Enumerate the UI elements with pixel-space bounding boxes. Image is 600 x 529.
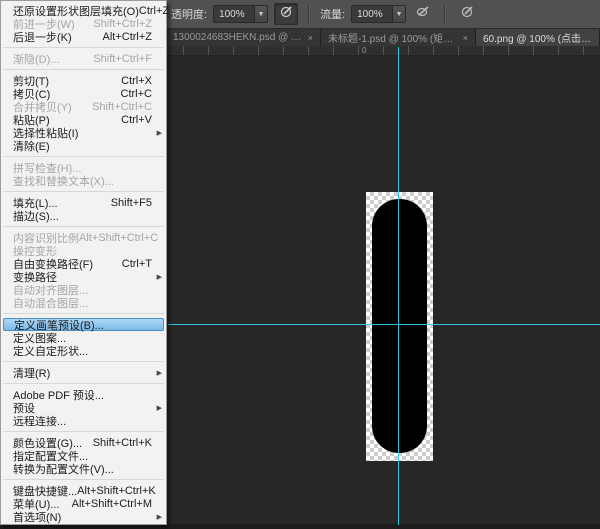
menu-item-label: 远程连接... bbox=[13, 413, 66, 429]
flow-value: 100% bbox=[352, 6, 392, 22]
airbrush-button[interactable] bbox=[412, 4, 434, 24]
menu-separator bbox=[3, 479, 164, 480]
menu-item[interactable]: 远程连接... bbox=[1, 414, 166, 427]
menu-item-label: 首选项(N) bbox=[13, 509, 61, 525]
menu-separator bbox=[3, 431, 164, 432]
opacity-dropdown[interactable]: 100% ▼ bbox=[213, 5, 268, 23]
submenu-arrow-icon: ▶ bbox=[157, 369, 162, 377]
submenu-arrow-icon: ▶ bbox=[157, 404, 162, 412]
menu-separator bbox=[3, 156, 164, 157]
tab-close-icon[interactable]: × bbox=[463, 33, 468, 43]
menu-item: 自动混合图层... bbox=[1, 296, 166, 309]
menu-item-shortcut: Ctrl+V bbox=[121, 114, 160, 126]
menu-item[interactable]: 清理(R) ▶ bbox=[1, 366, 166, 379]
rounded-rectangle-shape bbox=[372, 199, 427, 453]
ruler-origin-label: 0 bbox=[362, 46, 366, 55]
menu-item[interactable]: 清除(E) bbox=[1, 139, 166, 152]
pen-pressure-icon bbox=[460, 4, 475, 24]
submenu-arrow-icon: ▶ bbox=[157, 513, 162, 521]
document-tab[interactable]: 60.png @ 100% (点击这个，将 选区转 bbox=[476, 29, 600, 46]
menu-item-shortcut: Shift+Ctrl+C bbox=[92, 101, 160, 113]
menu-item-shortcut: Alt+Shift+Ctrl+M bbox=[72, 498, 160, 510]
chevron-down-icon[interactable]: ▼ bbox=[254, 6, 267, 22]
menu-item-label: 转换为配置文件(V)... bbox=[13, 461, 114, 477]
document-tab[interactable]: 1300024683HEKN.psd @ 3... × bbox=[166, 29, 321, 46]
menu-item[interactable]: 首选项(N) ▶ bbox=[1, 510, 166, 523]
menu-item-label: 查找和替换文本(X)... bbox=[13, 173, 114, 189]
menu-separator bbox=[3, 69, 164, 70]
menu-item-label: 描边(S)... bbox=[13, 208, 59, 224]
menu-separator bbox=[3, 226, 164, 227]
menu-item[interactable]: 转换为配置文件(V)... bbox=[1, 462, 166, 475]
canvas-document[interactable] bbox=[366, 192, 433, 461]
menu-item-shortcut: Shift+F5 bbox=[111, 197, 160, 209]
menu-item[interactable]: 后退一步(K) Alt+Ctrl+Z bbox=[1, 30, 166, 43]
vertical-guide[interactable] bbox=[398, 47, 399, 525]
menu-item-shortcut: Ctrl+C bbox=[121, 88, 160, 100]
menu-item-shortcut: Shift+Ctrl+F bbox=[93, 53, 160, 65]
menu-item-shortcut: Ctrl+Z bbox=[139, 5, 177, 17]
submenu-arrow-icon: ▶ bbox=[157, 273, 162, 281]
toolbar-divider bbox=[444, 4, 446, 24]
menu-item-label: 清除(E) bbox=[13, 138, 50, 154]
menu-separator bbox=[3, 313, 164, 314]
menu-item-label: 定义自定形状... bbox=[13, 343, 88, 359]
menu-item: 查找和替换文本(X)... bbox=[1, 174, 166, 187]
menu-separator bbox=[3, 383, 164, 384]
chevron-down-icon[interactable]: ▼ bbox=[392, 6, 405, 22]
pen-pressure-icon bbox=[279, 4, 294, 24]
menu-item-shortcut: Alt+Shift+Ctrl+C bbox=[79, 232, 166, 244]
horizontal-ruler: 0 bbox=[167, 46, 600, 56]
menu-item-label: 后退一步(K) bbox=[13, 29, 72, 45]
flow-dropdown[interactable]: 100% ▼ bbox=[351, 5, 406, 23]
menu-item-shortcut: Shift+Ctrl+Z bbox=[93, 18, 160, 30]
tab-close-icon[interactable]: × bbox=[308, 33, 313, 43]
menu-item: 渐隐(D)... Shift+Ctrl+F bbox=[1, 52, 166, 65]
menu-item-shortcut: Ctrl+T bbox=[122, 258, 160, 270]
tab-title: 60.png @ 100% (点击这个，将 选区转 bbox=[483, 30, 592, 45]
menu-item-shortcut: Alt+Ctrl+Z bbox=[102, 31, 160, 43]
menu-item-label: 自动混合图层... bbox=[13, 295, 88, 311]
opacity-value: 100% bbox=[214, 6, 254, 22]
pressure-opacity-button[interactable] bbox=[274, 3, 298, 25]
flow-label: 流量: bbox=[320, 6, 345, 22]
tab-title: 未标题-1.psd @ 100% (矩形 1, RGB/... bbox=[328, 30, 457, 45]
menu-separator bbox=[3, 191, 164, 192]
document-tab[interactable]: 未标题-1.psd @ 100% (矩形 1, RGB/... × bbox=[321, 29, 476, 46]
tab-title: 1300024683HEKN.psd @ 3... bbox=[173, 32, 302, 43]
menu-item-shortcut: Shift+Ctrl+K bbox=[93, 437, 160, 449]
edit-menu: 还原设置形状图层填充(O)Ctrl+Z前进一步(W)Shift+Ctrl+Z后退… bbox=[0, 0, 167, 525]
menu-item-label: 渐隐(D)... bbox=[13, 51, 59, 67]
menu-separator bbox=[3, 47, 164, 48]
airbrush-icon bbox=[416, 4, 431, 24]
menu-item-shortcut: Alt+Shift+Ctrl+K bbox=[77, 485, 164, 497]
submenu-arrow-icon: ▶ bbox=[157, 129, 162, 137]
menu-item[interactable]: 定义自定形状... bbox=[1, 344, 166, 357]
toolbar-divider bbox=[308, 4, 310, 24]
menu-item-shortcut: Ctrl+X bbox=[121, 75, 160, 87]
pressure-size-button[interactable] bbox=[456, 4, 478, 24]
menu-item-label: 清理(R) bbox=[13, 365, 50, 381]
menu-separator bbox=[3, 361, 164, 362]
menu-item[interactable]: 描边(S)... bbox=[1, 209, 166, 222]
horizontal-guide[interactable] bbox=[168, 324, 600, 325]
